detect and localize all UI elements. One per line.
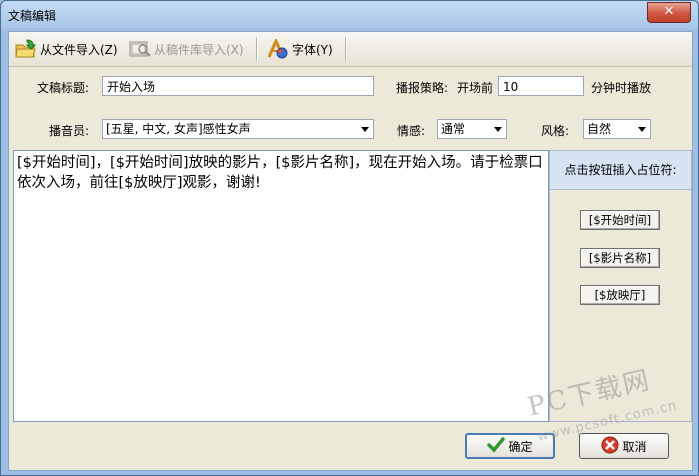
- toolbar: 从文件导入(Z) 从稿件库导入(X) 字体(Y): [9, 32, 692, 67]
- emotion-value: 通常: [441, 122, 466, 136]
- insert-start-time-button[interactable]: [$开始时间]: [580, 210, 660, 230]
- chevron-down-icon: [361, 127, 369, 132]
- style-label: 风格:: [541, 124, 570, 138]
- announcer-label: 播音员:: [49, 124, 90, 138]
- doc-title-label: 文稿标题:: [37, 81, 90, 95]
- emotion-label: 情感:: [397, 124, 426, 138]
- import-library-button[interactable]: 从稿件库导入(X): [129, 38, 244, 60]
- cancel-button[interactable]: 取消: [579, 433, 669, 459]
- font-button[interactable]: 字体(Y): [267, 37, 333, 60]
- doc-title-input[interactable]: 开始入场: [102, 76, 374, 96]
- announcer-select[interactable]: [五星, 中文, 女声]感性女声: [102, 119, 374, 139]
- strategy-suffix: 分钟时播放: [591, 81, 652, 95]
- content-editor[interactable]: [$开始时间]，[$开始时间]放映的影片，[$影片名称]，现在开始入场。请于检票…: [13, 150, 549, 422]
- checkmark-icon: [487, 436, 506, 456]
- close-button[interactable]: ✕: [647, 2, 691, 23]
- import-file-button[interactable]: 从文件导入(Z): [15, 38, 118, 60]
- toolbar-separator: [345, 37, 347, 61]
- cancel-x-icon: [601, 436, 619, 456]
- import-file-label: 从文件导入(Z): [40, 42, 118, 57]
- window-title: 文稿编辑: [8, 9, 57, 23]
- toolbar-separator: [256, 37, 258, 61]
- chevron-down-icon: [638, 127, 646, 132]
- font-icon: [267, 37, 289, 59]
- placeholder-panel-title: 点击按钮插入占位符:: [550, 151, 691, 190]
- voice-row: 播音员: [五星, 中文, 女声]感性女声 情感: 通常 风格: 自然: [9, 115, 692, 149]
- folder-arrow-icon: [15, 39, 37, 59]
- cancel-label: 取消: [622, 439, 647, 454]
- title-strategy-row: 文稿标题: 开始入场 播报策略: 开场前 10 分钟时播放: [9, 72, 692, 106]
- announcer-value: [五星, 中文, 女声]感性女声: [106, 122, 251, 136]
- dialog-client: 从文件导入(Z) 从稿件库导入(X) 字体(Y) 文稿标题: 开始入场 播报策略…: [8, 31, 693, 471]
- font-label: 字体(Y): [292, 42, 333, 57]
- emotion-select[interactable]: 通常: [437, 119, 507, 139]
- placeholder-panel: 点击按钮插入占位符: [$开始时间] [$影片名称] [$放映厅]: [549, 150, 692, 422]
- strategy-label: 播报策略:: [396, 81, 449, 95]
- dialog-window: 文稿编辑 ✕ 从文件导入(Z) 从稿件库导入(X) 字体(Y) 文稿标题: 开始…: [0, 0, 699, 476]
- ok-label: 确定: [508, 439, 533, 454]
- chevron-down-icon: [494, 127, 502, 132]
- style-value: 自然: [587, 122, 612, 136]
- close-icon: ✕: [663, 4, 675, 19]
- import-library-label: 从稿件库导入(X): [154, 42, 244, 57]
- strategy-minutes-input[interactable]: 10: [498, 76, 584, 96]
- ok-button[interactable]: 确定: [465, 433, 555, 459]
- strategy-prefix: 开场前: [457, 81, 494, 95]
- title-bar: 文稿编辑 ✕: [1, 1, 698, 29]
- insert-movie-name-button[interactable]: [$影片名称]: [580, 248, 660, 268]
- insert-hall-button[interactable]: [$放映厅]: [580, 285, 660, 305]
- library-search-icon: [129, 39, 151, 59]
- style-select[interactable]: 自然: [583, 119, 651, 139]
